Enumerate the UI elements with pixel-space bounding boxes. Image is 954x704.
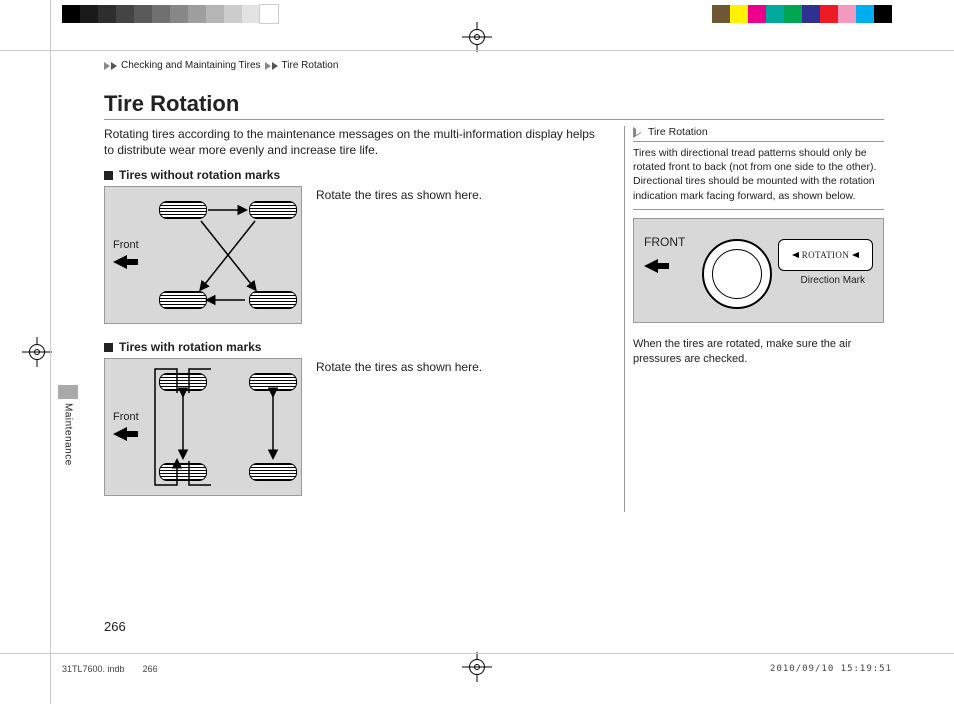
imprint-page: 266 — [143, 664, 158, 674]
gray-swatch — [224, 5, 242, 23]
mini-arrow-icon — [792, 252, 799, 258]
subheading-with-marks: Tires with rotation marks — [104, 340, 600, 354]
square-bullet-icon — [104, 343, 113, 352]
gray-swatch — [206, 5, 224, 23]
color-swatch — [874, 5, 892, 23]
gray-swatch — [152, 5, 170, 23]
rotation-mark-icon: ROTATION — [778, 239, 873, 271]
breadcrumb-arrow-icon — [111, 62, 117, 70]
gray-swatch — [170, 5, 188, 23]
front-arrow-icon — [113, 255, 127, 269]
rotation-diagram-cross: Front — [104, 186, 302, 324]
main-column: Rotating tires according to the maintena… — [104, 126, 600, 512]
registration-mark-icon — [462, 652, 492, 682]
front-label: FRONT — [644, 235, 685, 249]
gray-swatch — [80, 5, 98, 23]
tab-label: Maintenance — [63, 403, 74, 466]
tab-marker-icon — [58, 385, 78, 399]
breadcrumb-arrow-icon — [104, 62, 110, 70]
sidebar-footer: When the tires are rotated, make sure th… — [633, 337, 884, 367]
diagram-caption: Rotate the tires as shown here. — [316, 186, 482, 202]
breadcrumb-item: Tire Rotation — [282, 60, 339, 71]
tire-side-icon — [702, 239, 772, 309]
breadcrumb-arrow-icon — [272, 62, 278, 70]
subheading-without-marks: Tires without rotation marks — [104, 168, 600, 182]
imprint-left: 31TL7600. indb 266 — [62, 664, 158, 674]
prepress-color-bar — [62, 5, 892, 23]
mini-arrow-icon — [852, 252, 859, 258]
subheading-text: Tires with rotation marks — [119, 340, 261, 354]
sidebar-body: Tires with directional tread patterns sh… — [633, 146, 884, 210]
gray-swatch — [134, 5, 152, 23]
imprint-file: 31TL7600. indb — [62, 664, 125, 674]
rotation-arrows-icon — [153, 195, 303, 315]
breadcrumb: Checking and Maintaining Tires Tire Rota… — [104, 60, 884, 71]
page-number: 266 — [104, 619, 126, 634]
registration-mark-icon — [22, 337, 52, 367]
square-bullet-icon — [104, 171, 113, 180]
diagram-caption: Rotate the tires as shown here. — [316, 358, 482, 374]
gray-swatch — [188, 5, 206, 23]
sidebar-column: Tire Rotation Tires with directional tre… — [624, 126, 884, 512]
breadcrumb-arrow-icon — [265, 62, 271, 70]
page-content: Checking and Maintaining Tires Tire Rota… — [104, 60, 884, 644]
subheading-text: Tires without rotation marks — [119, 168, 280, 182]
front-arrow-icon — [644, 259, 658, 273]
intro-text: Rotating tires according to the maintena… — [104, 126, 600, 158]
rotation-arrows-icon — [153, 367, 303, 487]
color-swatch — [856, 5, 874, 23]
front-arrow-icon — [113, 427, 127, 441]
breadcrumb-item: Checking and Maintaining Tires — [121, 60, 261, 71]
color-swatch — [730, 5, 748, 23]
gray-swatch — [62, 5, 80, 23]
rotation-diagram-parallel: Front — [104, 358, 302, 496]
front-label: Front — [113, 239, 139, 251]
front-label: Front — [113, 411, 139, 423]
gray-swatch — [242, 5, 260, 23]
direction-mark-label: Direction Mark — [801, 275, 865, 286]
imprint-timestamp: 2010/09/10 15:19:51 — [770, 664, 892, 674]
color-swatch — [766, 5, 784, 23]
gray-swatch — [116, 5, 134, 23]
crop-line — [0, 653, 954, 654]
crop-line — [50, 0, 51, 704]
sidebar-arrow-icon — [633, 127, 644, 138]
section-tab: Maintenance — [58, 385, 78, 466]
gray-swatch — [260, 5, 278, 23]
crop-line — [0, 50, 954, 51]
color-swatch — [838, 5, 856, 23]
color-swatch — [820, 5, 838, 23]
rotation-text: ROTATION — [802, 250, 849, 260]
registration-mark-icon — [462, 22, 492, 52]
color-swatch — [712, 5, 730, 23]
page-title: Tire Rotation — [104, 91, 884, 120]
sidebar-title: Tire Rotation — [633, 126, 884, 142]
direction-mark-diagram: FRONT ROTATION Direction Mark — [633, 218, 884, 323]
color-swatch — [802, 5, 820, 23]
sidebar-title-text: Tire Rotation — [648, 126, 708, 138]
gray-swatch — [98, 5, 116, 23]
color-swatch — [748, 5, 766, 23]
color-swatch — [784, 5, 802, 23]
